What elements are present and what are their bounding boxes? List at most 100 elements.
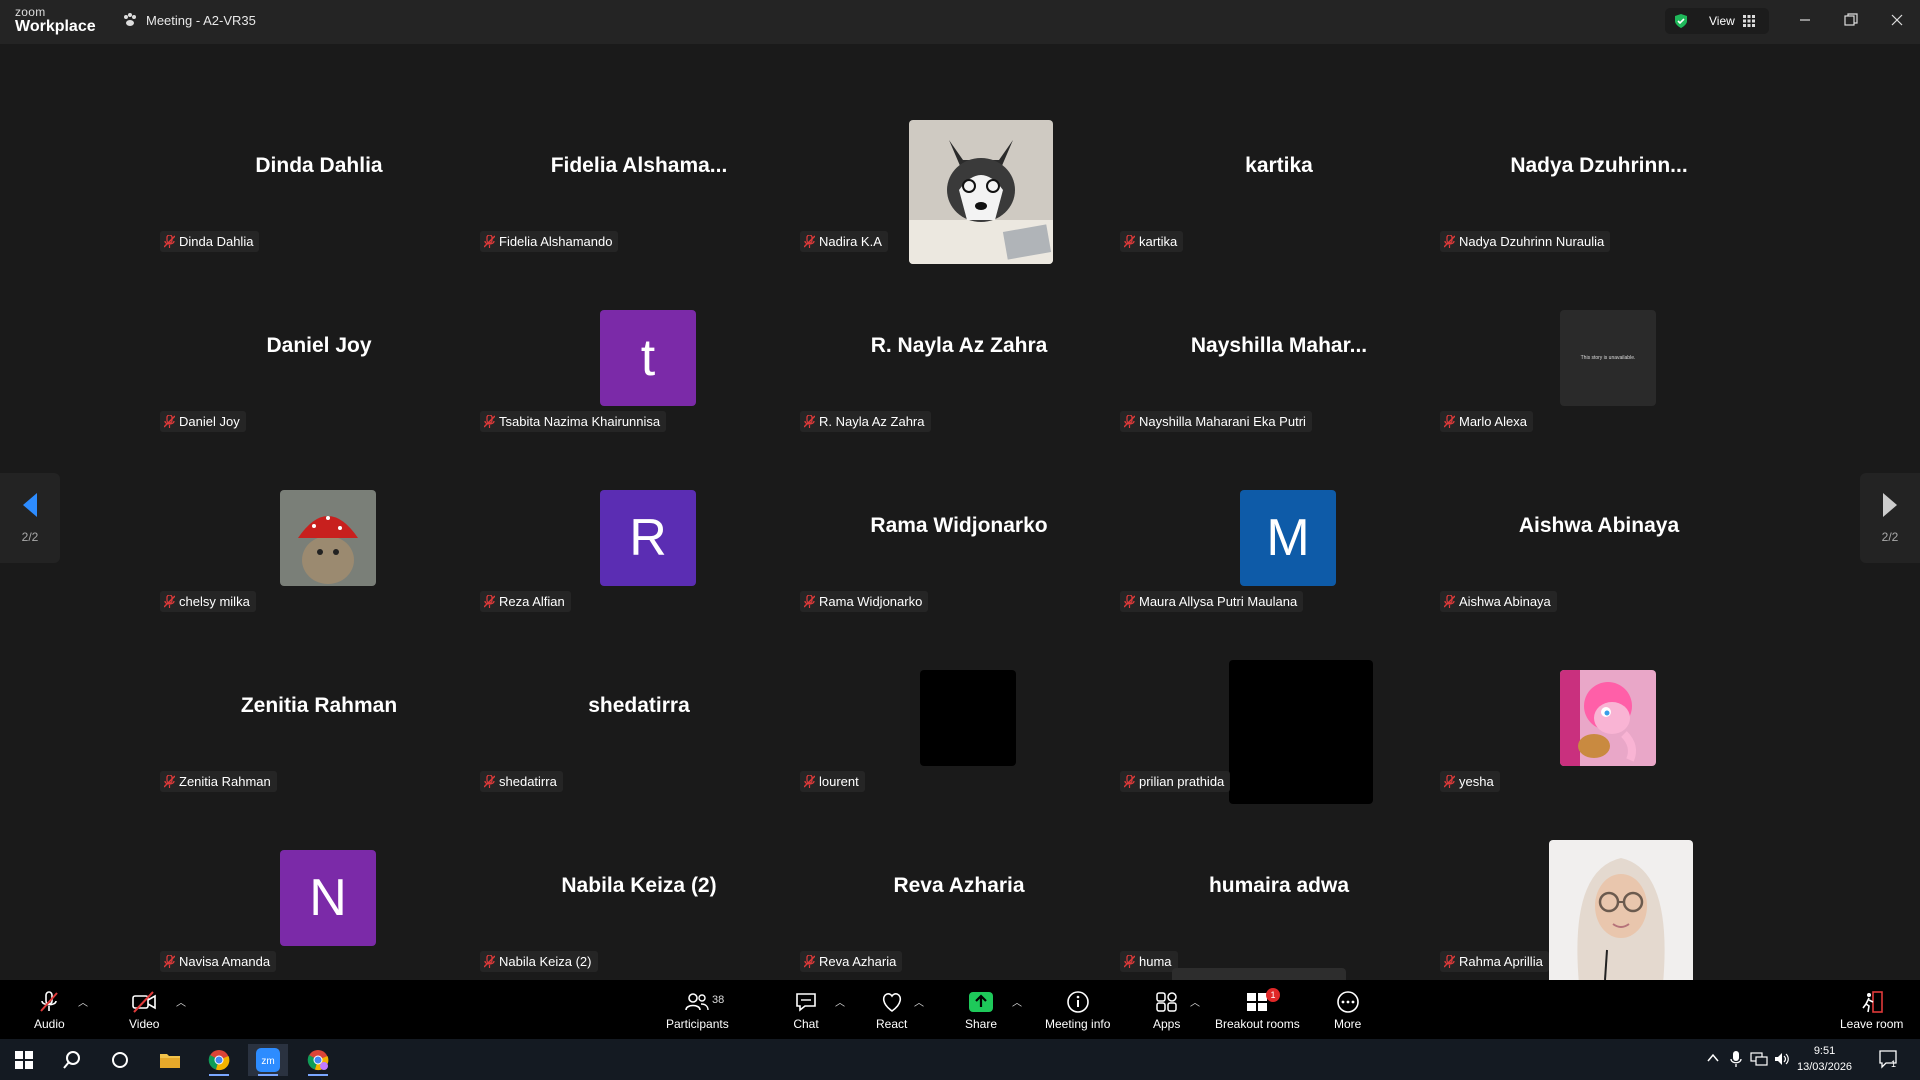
participant-picture bbox=[280, 490, 376, 586]
participant-tile[interactable]: This story is unavailable. Marlo Alexa bbox=[1439, 260, 1759, 440]
participant-display-name: R. Nayla Az Zahra bbox=[870, 334, 1048, 357]
page-indicator: 2/2 bbox=[1881, 530, 1899, 544]
participant-tile[interactable]: Daniel Joy Daniel Joy bbox=[159, 260, 479, 440]
breakout-rooms-button[interactable]: Breakout rooms bbox=[1215, 990, 1300, 1031]
participant-tile[interactable]: kartika kartika bbox=[1119, 80, 1439, 260]
participant-tile[interactable]: R Reza Alfian bbox=[479, 440, 799, 620]
breakout-badge: 1 bbox=[1266, 988, 1280, 1002]
chrome-icon bbox=[208, 1050, 230, 1071]
participant-name-label: Nabila Keiza (2) bbox=[480, 951, 598, 972]
participant-name: Daniel Joy bbox=[179, 414, 240, 429]
participant-tile[interactable]: Nayshilla Mahar... Nayshilla Maharani Eka… bbox=[1119, 260, 1439, 440]
pink-pony-cartoon-image bbox=[1560, 670, 1656, 766]
chevron-left-icon bbox=[23, 493, 37, 517]
file-explorer-button[interactable] bbox=[150, 1044, 190, 1076]
close-button[interactable] bbox=[1882, 8, 1912, 32]
participant-tile[interactable]: Zenitia Rahman Zenitia Rahman bbox=[159, 620, 479, 800]
cortana-button[interactable] bbox=[100, 1044, 140, 1076]
participant-name: Nabila Keiza (2) bbox=[499, 954, 592, 969]
video-button[interactable]: Video bbox=[129, 990, 159, 1031]
next-page-button[interactable]: 2/2 bbox=[1860, 473, 1920, 563]
chevron-up-icon[interactable] bbox=[1706, 1051, 1720, 1065]
participant-name: lourent bbox=[819, 774, 859, 789]
start-button[interactable] bbox=[4, 1044, 44, 1076]
participant-tile[interactable]: R. Nayla Az Zahra R. Nayla Az Zahra bbox=[799, 260, 1119, 440]
react-button[interactable]: React bbox=[876, 990, 907, 1031]
minimize-button[interactable] bbox=[1790, 8, 1820, 32]
participant-name: Marlo Alexa bbox=[1459, 414, 1527, 429]
participant-name-label: huma bbox=[1120, 951, 1178, 972]
participant-tile[interactable]: M Maura Allysa Putri Maulana bbox=[1119, 440, 1439, 620]
chat-button[interactable]: Chat bbox=[793, 990, 819, 1031]
restore-button[interactable] bbox=[1836, 8, 1866, 32]
page-indicator: 2/2 bbox=[21, 530, 39, 544]
participant-tile[interactable]: humaira adwa huma bbox=[1119, 800, 1439, 980]
view-button[interactable]: View bbox=[1665, 8, 1769, 34]
audio-button[interactable]: Audio bbox=[34, 990, 65, 1031]
participant-tile[interactable]: shedatirra shedatirra bbox=[479, 620, 799, 800]
mic-muted-icon bbox=[1124, 775, 1135, 788]
mic-muted-icon bbox=[1124, 415, 1135, 428]
participant-tile[interactable]: yesha bbox=[1439, 620, 1759, 800]
search-button[interactable] bbox=[52, 1044, 92, 1076]
participant-name: Navisa Amanda bbox=[179, 954, 271, 969]
picture-caption: This story is unavailable. bbox=[1580, 355, 1636, 361]
participant-display-name: Rama Widjonarko bbox=[870, 514, 1048, 537]
mic-muted-icon bbox=[1124, 595, 1135, 608]
participant-tile[interactable]: Rahma Aprillia bbox=[1439, 800, 1759, 984]
participant-name: chelsy milka bbox=[179, 594, 250, 609]
participant-display-name: Nabila Keiza (2) bbox=[561, 874, 717, 897]
notifications-button[interactable]: 1 bbox=[1878, 1049, 1898, 1069]
zoom-taskbar-button[interactable]: zm bbox=[248, 1044, 288, 1076]
microphone-tray-icon[interactable] bbox=[1730, 1051, 1742, 1067]
participant-tile[interactable]: Reva Azharia Reva Azharia bbox=[799, 800, 1119, 980]
network-icon[interactable] bbox=[1750, 1051, 1768, 1067]
previous-page-button[interactable]: 2/2 bbox=[0, 473, 60, 563]
mic-muted-icon bbox=[484, 955, 495, 968]
participant-tile[interactable]: chelsy milka bbox=[159, 440, 479, 620]
react-options-caret[interactable]: ︿ bbox=[914, 994, 924, 1009]
mic-muted-icon bbox=[164, 235, 175, 248]
participant-tile[interactable]: Nadya Dzuhrinn... Nadya Dzuhrinn Nuraulia bbox=[1439, 80, 1759, 260]
meeting-info-button[interactable]: Meeting info bbox=[1045, 990, 1110, 1031]
participant-tile[interactable]: Nadira K.A bbox=[799, 80, 1119, 264]
share-button[interactable]: Share bbox=[965, 990, 997, 1031]
meeting-title[interactable]: Meeting - A2-VR35 bbox=[122, 12, 256, 28]
audio-options-caret[interactable]: ︿ bbox=[78, 994, 88, 1009]
video-options-caret[interactable]: ︿ bbox=[176, 994, 186, 1009]
participant-tile[interactable]: Nabila Keiza (2) Nabila Keiza (2) bbox=[479, 800, 799, 980]
mic-muted-icon bbox=[164, 775, 175, 788]
participant-picture bbox=[909, 120, 1053, 264]
windows-taskbar: zm 9:51 13/03/2026 1 bbox=[0, 1039, 1920, 1080]
participant-tile[interactable]: t Tsabita Nazima Khairunnisa bbox=[479, 260, 799, 440]
participant-tile[interactable]: prilian prathida bbox=[1119, 620, 1439, 804]
participant-tile[interactable]: Rama Widjonarko Rama Widjonarko bbox=[799, 440, 1119, 620]
participant-tile[interactable]: Dinda Dahlia Dinda Dahlia bbox=[159, 80, 479, 260]
participant-name: Dinda Dahlia bbox=[179, 234, 254, 249]
volume-icon[interactable] bbox=[1774, 1051, 1790, 1067]
participant-display-name: Zenitia Rahman bbox=[240, 694, 398, 717]
participant-name-label: yesha bbox=[1440, 771, 1500, 792]
participant-tile[interactable]: Fidelia Alshama... Fidelia Alshamando bbox=[479, 80, 799, 260]
system-clock[interactable]: 9:51 13/03/2026 bbox=[1797, 1043, 1852, 1075]
more-label: More bbox=[1334, 1017, 1362, 1031]
participant-picture bbox=[920, 670, 1016, 766]
mic-muted-icon bbox=[164, 595, 175, 608]
leave-room-button[interactable]: Leave room bbox=[1840, 990, 1903, 1031]
participant-name-label: kartika bbox=[1120, 231, 1184, 252]
share-options-caret[interactable]: ︿ bbox=[1012, 994, 1022, 1009]
participant-tile[interactable]: Aishwa Abinaya Aishwa Abinaya bbox=[1439, 440, 1759, 620]
chrome-profile-taskbar-button[interactable] bbox=[298, 1044, 338, 1076]
participant-tile[interactable]: lourent bbox=[799, 620, 1119, 800]
apps-options-caret[interactable]: ︿ bbox=[1190, 994, 1200, 1009]
chat-options-caret[interactable]: ︿ bbox=[835, 994, 845, 1009]
chrome-taskbar-button[interactable] bbox=[199, 1044, 239, 1076]
participant-initial-avatar: t bbox=[600, 310, 696, 406]
participant-tile[interactable]: N Navisa Amanda bbox=[159, 800, 479, 980]
clock-time: 9:51 bbox=[1813, 1045, 1836, 1057]
participant-name: huma bbox=[1139, 954, 1172, 969]
apps-button[interactable]: Apps bbox=[1153, 990, 1180, 1031]
participant-name-label: Marlo Alexa bbox=[1440, 411, 1533, 432]
participant-name-label: Rahma Aprillia bbox=[1440, 951, 1549, 972]
more-button[interactable]: More bbox=[1334, 990, 1361, 1031]
